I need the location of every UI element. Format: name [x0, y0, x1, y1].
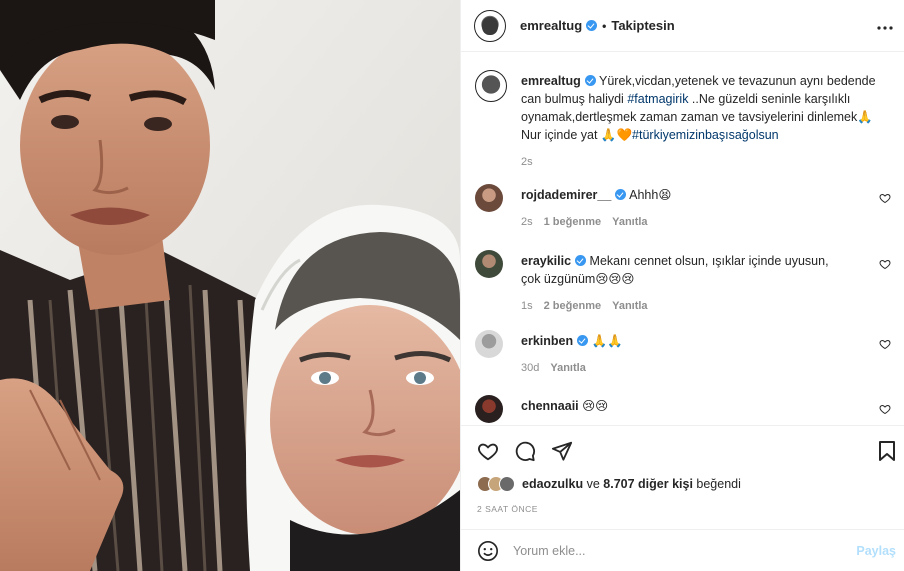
- likes-suffix: beğendi: [692, 477, 741, 491]
- post-actions: edaozulku ve 8.707 diğer kişi beğendi 2 …: [461, 425, 904, 525]
- comment-time[interactable]: 30d: [521, 362, 539, 374]
- comment-text: 🙏🙏: [591, 334, 623, 348]
- comment-icon[interactable]: [514, 440, 536, 462]
- follow-status-button[interactable]: Takiptesin: [611, 18, 674, 33]
- liker-username[interactable]: edaozulku: [522, 477, 583, 491]
- comment-body: erkinben 🙏🙏: [521, 330, 891, 350]
- heart-icon[interactable]: [879, 338, 891, 350]
- caption-time[interactable]: 2s: [521, 156, 533, 168]
- more-horizontal-icon[interactable]: [877, 14, 893, 35]
- comment-item: chennaaii 😢😢: [475, 395, 891, 423]
- hashtag-link[interactable]: #fatmagirik: [627, 92, 688, 106]
- comment-text: 😢😢: [582, 399, 609, 413]
- paper-plane-icon[interactable]: [551, 440, 573, 462]
- caption-avatar[interactable]: [475, 70, 507, 102]
- comment-item: rojdademirer__ Ahhh😫 2s 1 beğenme Yanıtla: [475, 184, 891, 228]
- heart-icon[interactable]: [879, 192, 891, 204]
- comment-body: chennaaii 😢😢: [521, 395, 891, 415]
- reply-button[interactable]: Yanıtla: [612, 216, 647, 228]
- comment-username[interactable]: chennaaii: [521, 399, 579, 413]
- post-photo[interactable]: [0, 0, 460, 571]
- commenter-avatar[interactable]: [475, 250, 503, 278]
- comment-item: erkinben 🙏🙏 30d Yanıtla: [475, 330, 891, 374]
- caption-username[interactable]: emrealtug: [521, 74, 581, 88]
- verified-badge-icon: [584, 75, 596, 86]
- likes-connector: ve: [583, 477, 604, 491]
- comments-list[interactable]: emrealtug Yürek,vicdan,yetenek ve tevazu…: [461, 53, 904, 425]
- caption-meta: 2s: [521, 156, 891, 168]
- photo-illustration: [0, 0, 460, 571]
- verified-badge-icon: [577, 335, 589, 346]
- post-side-panel: emrealtug • Takiptesin emrealtug Yürek,v…: [460, 0, 904, 571]
- comment-input[interactable]: [513, 543, 843, 558]
- commenter-avatar[interactable]: [475, 395, 503, 423]
- comment-meta: 1s 2 beğenme Yanıtla: [521, 300, 891, 312]
- instagram-post: emrealtug • Takiptesin emrealtug Yürek,v…: [0, 0, 904, 571]
- heart-icon[interactable]: [879, 403, 891, 415]
- comment-body: rojdademirer__ Ahhh😫: [521, 184, 891, 204]
- save-button[interactable]: [877, 440, 897, 462]
- verified-badge-icon: [586, 20, 598, 31]
- comment-time[interactable]: 2s: [521, 216, 533, 228]
- comment-body: eraykilic Mekanı cennet olsun, ışıklar i…: [521, 250, 851, 288]
- verified-badge-icon: [615, 189, 627, 200]
- liker-avatar: [499, 476, 515, 492]
- author-info: emrealtug • Takiptesin: [520, 18, 675, 33]
- commenter-avatar[interactable]: [475, 330, 503, 358]
- author-username[interactable]: emrealtug: [520, 18, 582, 33]
- commenter-avatar[interactable]: [475, 184, 503, 212]
- post-header: emrealtug • Takiptesin: [461, 0, 904, 52]
- heart-icon[interactable]: [879, 258, 891, 270]
- action-icons: [477, 440, 573, 462]
- likes-summary[interactable]: edaozulku ve 8.707 diğer kişi beğendi: [477, 476, 741, 492]
- comment-likes[interactable]: 2 beğenme: [544, 300, 601, 312]
- post-timestamp[interactable]: 2 SAAT ÖNCE: [477, 504, 538, 514]
- add-comment-bar: Paylaş: [461, 529, 904, 571]
- comment-meta: 2s 1 beğenme Yanıtla: [521, 216, 891, 228]
- header-separator: •: [602, 18, 607, 33]
- likes-others[interactable]: 8.707 diğer kişi: [603, 477, 693, 491]
- caption: emrealtug Yürek,vicdan,yetenek ve tevazu…: [475, 70, 891, 168]
- comment-meta: 30d Yanıtla: [521, 362, 891, 374]
- comment-username[interactable]: erkinben: [521, 334, 573, 348]
- comment-username[interactable]: eraykilic: [521, 254, 571, 268]
- reply-button[interactable]: Yanıtla: [550, 362, 585, 374]
- verified-badge-icon: [575, 255, 587, 266]
- author-avatar[interactable]: [474, 9, 506, 42]
- caption-body: emrealtug Yürek,vicdan,yetenek ve tevazu…: [521, 70, 891, 144]
- likes-text: edaozulku ve 8.707 diğer kişi beğendi: [522, 477, 741, 491]
- comment-username[interactable]: rojdademirer__: [521, 188, 611, 202]
- emoji-icon[interactable]: [477, 540, 499, 562]
- heart-icon[interactable]: [477, 440, 499, 462]
- reply-button[interactable]: Yanıtla: [612, 300, 647, 312]
- comment-item: eraykilic Mekanı cennet olsun, ışıklar i…: [475, 250, 891, 312]
- comment-likes[interactable]: 1 beğenme: [544, 216, 601, 228]
- liker-avatars: [477, 476, 515, 492]
- comment-time[interactable]: 1s: [521, 300, 533, 312]
- post-comment-button[interactable]: Paylaş: [856, 544, 896, 558]
- bookmark-icon[interactable]: [877, 440, 897, 462]
- comment-text: Ahhh😫: [629, 188, 672, 202]
- hashtag-link[interactable]: #türkiyemizinbaşısağolsun: [632, 128, 779, 142]
